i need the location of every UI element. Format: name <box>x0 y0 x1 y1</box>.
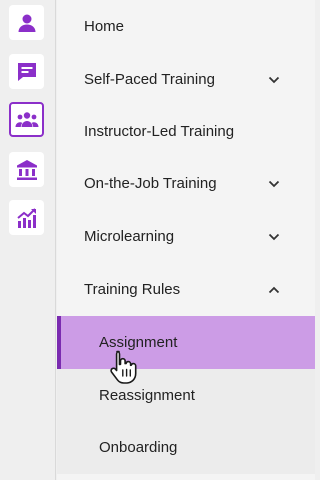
submenu-item-assignment[interactable]: Assignment <box>57 316 315 369</box>
submenu-item-label: Assignment <box>99 334 178 351</box>
menu-item-on-the-job-training[interactable]: On-the-Job Training <box>57 157 315 210</box>
menu-item-home[interactable]: Home <box>57 0 315 53</box>
chevron-down-icon[interactable] <box>267 177 281 191</box>
menu-item-label: On-the-Job Training <box>84 175 217 192</box>
user-icon <box>15 11 39 35</box>
rail-button-user[interactable] <box>9 5 44 40</box>
menu-item-label: Microlearning <box>84 228 175 245</box>
menu-item-training-rules[interactable]: Training Rules <box>57 263 315 316</box>
rail-button-analytics[interactable] <box>9 200 44 235</box>
menu-item-label: Instructor-Led Training <box>84 123 235 140</box>
rail-button-chat[interactable] <box>9 54 44 89</box>
menu-item-instructor-led-training[interactable]: Instructor-Led Training <box>57 105 315 158</box>
submenu-item-label: Onboarding <box>99 439 178 456</box>
menu-item-label: Training Rules <box>84 281 181 298</box>
chevron-up-icon[interactable] <box>267 283 281 297</box>
chevron-down-icon[interactable] <box>267 230 281 244</box>
submenu-item-label: Reassignment <box>99 387 195 404</box>
chevron-down-icon[interactable] <box>267 73 281 87</box>
navigation-menu: Home Self-Paced Training Instructor-Led … <box>57 0 315 480</box>
rail-button-group[interactable] <box>9 102 44 137</box>
institution-icon <box>15 158 39 182</box>
rail-button-institution[interactable] <box>9 152 44 187</box>
menu-item-label: Self-Paced Training <box>84 71 215 88</box>
menu-item-microlearning[interactable]: Microlearning <box>57 210 315 263</box>
chat-icon <box>15 60 39 84</box>
icon-rail <box>0 0 56 480</box>
menu-item-label: Home <box>84 18 125 35</box>
menu-item-self-paced-training[interactable]: Self-Paced Training <box>57 53 315 106</box>
submenu-item-reassignment[interactable]: Reassignment <box>57 369 315 422</box>
submenu-item-onboarding[interactable]: Onboarding <box>57 421 315 474</box>
analytics-chart-icon <box>15 206 39 230</box>
group-icon <box>15 108 39 132</box>
